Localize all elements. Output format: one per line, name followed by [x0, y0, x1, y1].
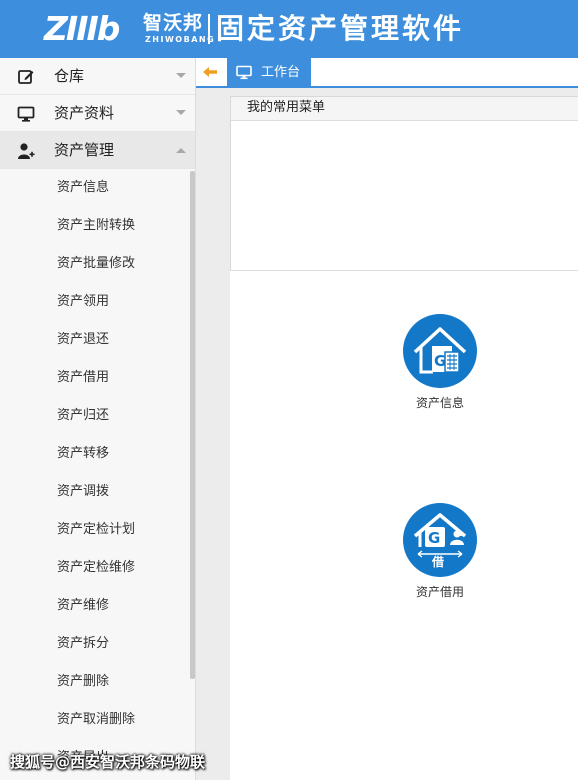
asset-info-icon: G [403, 314, 477, 388]
logo-chinese-name: 智沃邦 [143, 12, 204, 34]
svg-text:G: G [428, 529, 440, 547]
sidebar-group-label: 资产管理 [54, 141, 115, 159]
sidebar-item-asset-inspection-plan[interactable]: 资产定检计划 [0, 511, 195, 549]
svg-text:G: G [434, 352, 446, 370]
sidebar-item-asset-delete[interactable]: 资产删除 [0, 663, 195, 701]
edit-icon [18, 70, 34, 84]
sidebar-item-asset-transfer[interactable]: 资产转移 [0, 435, 195, 473]
sidebar-item-asset-split[interactable]: 资产拆分 [0, 625, 195, 663]
borrow-badge: 借 [432, 555, 445, 569]
sidebar-item-asset-undelete[interactable]: 资产取消删除 [0, 701, 195, 739]
sidebar-item-asset-info[interactable]: 资产信息 [0, 169, 195, 207]
sidebar-item-asset-borrow[interactable]: 资产借用 [0, 359, 195, 397]
favorite-menu-panel: 我的常用菜单 [230, 96, 578, 272]
chevron-down-icon [176, 73, 186, 78]
arrow-left-icon[interactable] [201, 64, 219, 80]
shortcut-panel: G 资产信息 G 借 资产借用 [230, 270, 578, 780]
favorite-menu-title: 我的常用菜单 [231, 97, 578, 121]
shortcut-asset-info[interactable]: G 资产信息 [390, 314, 490, 410]
sidebar-item-asset-allocate[interactable]: 资产调拨 [0, 473, 195, 511]
sidebar-item-asset-batch-edit[interactable]: 资产批量修改 [0, 245, 195, 283]
logo-separator [208, 14, 210, 44]
sidebar-item-asset-main-sub-convert[interactable]: 资产主附转换 [0, 207, 195, 245]
sidebar-item-asset-receive[interactable]: 资产领用 [0, 283, 195, 321]
chevron-up-icon [176, 148, 186, 153]
app-header: ZIIIb 智沃邦 ZHIWOBANG 固定资产管理软件 [0, 0, 578, 58]
shortcut-asset-borrow[interactable]: G 借 资产借用 [390, 503, 490, 599]
tab-label: 工作台 [261, 65, 301, 80]
sidebar-scrollbar[interactable] [190, 171, 195, 679]
sidebar-group-label: 资产资料 [54, 104, 115, 122]
tab-bar: 工作台 [196, 58, 578, 88]
shortcut-label: 资产借用 [415, 585, 464, 599]
sidebar-item-asset-return[interactable]: 资产退还 [0, 321, 195, 359]
sidebar-item-asset-giveback[interactable]: 资产归还 [0, 397, 195, 435]
sidebar-item-asset-repair[interactable]: 资产维修 [0, 587, 195, 625]
monitor-icon [17, 106, 35, 122]
logo-english-name: ZHIWOBANG [145, 35, 216, 44]
sidebar-group-label: 仓库 [54, 67, 85, 85]
shortcut-label: 资产信息 [415, 396, 464, 410]
tab-workbench[interactable]: 工作台 [227, 58, 311, 88]
app-title: 固定资产管理软件 [216, 12, 465, 45]
user-add-icon [18, 143, 35, 159]
workbench-content: 我的常用菜单 G 资产信息 G 借 资产借用 [196, 88, 578, 780]
chevron-down-icon [176, 110, 186, 115]
logo-mark: ZIIIb [44, 9, 120, 48]
sidebar-group-asset-management[interactable]: 资产管理 [0, 132, 195, 169]
monitor-icon [236, 65, 252, 80]
sidebar: 仓库 资产资料 资产管理 资产信息 资产主附转换 资产批量修改 资产领用 资产退… [0, 58, 196, 780]
watermark-text: 搜狐号@西安智沃邦条码物联 [10, 753, 206, 771]
sidebar-group-warehouse[interactable]: 仓库 [0, 58, 195, 95]
sidebar-submenu: 资产信息 资产主附转换 资产批量修改 资产领用 资产退还 资产借用 资产归还 资… [0, 169, 195, 777]
sidebar-item-asset-inspection-repair[interactable]: 资产定检维修 [0, 549, 195, 587]
sidebar-group-asset-data[interactable]: 资产资料 [0, 95, 195, 132]
asset-borrow-icon: G 借 [403, 503, 477, 577]
